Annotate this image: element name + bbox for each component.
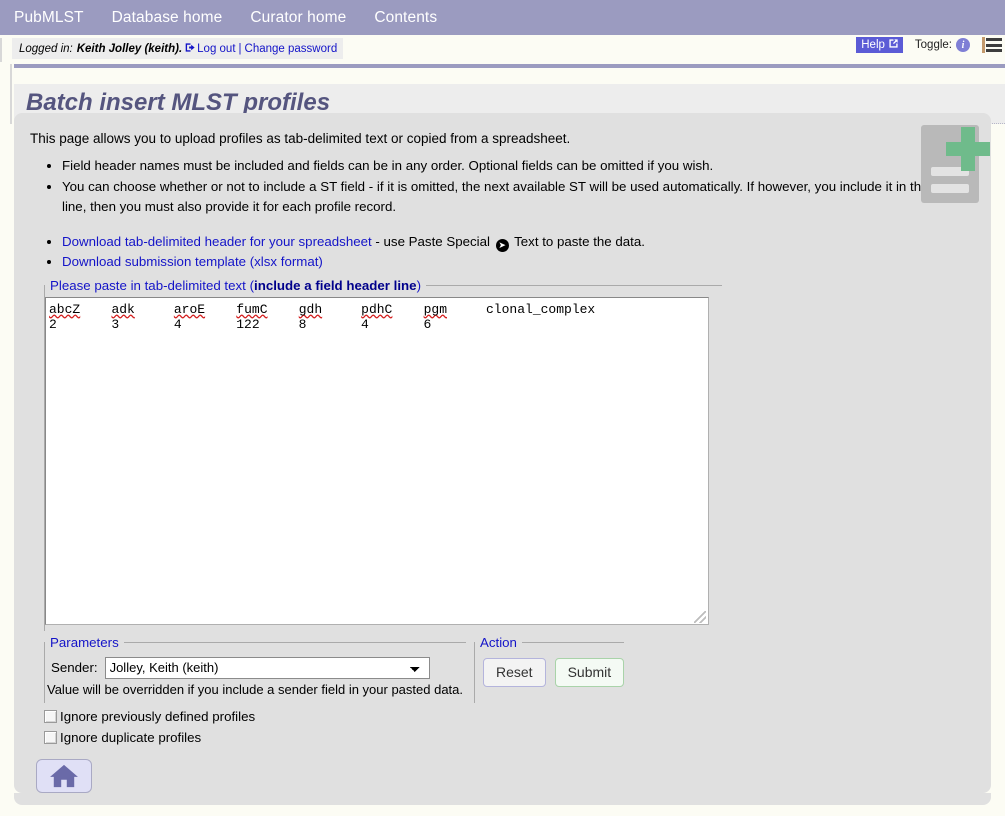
- plus-vertical-bar: [961, 127, 975, 171]
- sender-note: Value will be overridden if you include …: [47, 681, 464, 697]
- nav-item-pubmlst[interactable]: PubMLST: [14, 9, 84, 27]
- sender-label: Sender:: [51, 660, 98, 676]
- submit-button[interactable]: Submit: [554, 657, 625, 687]
- instruction-bullet: Field header names must be included and …: [62, 156, 977, 175]
- login-separator: |: [238, 42, 242, 55]
- logged-in-prefix: Logged in:: [19, 42, 73, 55]
- action-fieldset: Action Reset Submit: [474, 634, 625, 703]
- ignore-previously-defined-checkbox[interactable]: [44, 709, 57, 723]
- login-info: Logged in: Keith Jolley (keith). Log out…: [12, 38, 344, 59]
- login-status-bar: Logged in: Keith Jolley (keith). Log out…: [0, 37, 1005, 62]
- legend-normal-text: Please paste in tab-delimited text (: [50, 277, 254, 293]
- help-button[interactable]: Help: [856, 37, 903, 53]
- ignore-duplicate-checkbox[interactable]: [44, 730, 57, 744]
- toggle-control: Toggle: i: [915, 38, 970, 52]
- paste-fieldset-legend: Please paste in tab-delimited text (incl…: [45, 278, 426, 293]
- nav-item-curator-home[interactable]: Curator home: [250, 9, 346, 27]
- lower-controls-row: Parameters Sender: Jolley, Keith (keith)…: [44, 634, 977, 703]
- hamburger-bar: [986, 43, 1002, 47]
- hamburger-bar: [986, 38, 1002, 41]
- download-tab-delimited-header-link[interactable]: Download tab-delimited header for your s…: [62, 234, 372, 249]
- ignore-previously-defined-row: Ignore previously defined profiles: [44, 709, 977, 724]
- legend-end-text: ): [416, 277, 421, 293]
- action-legend: Action: [480, 634, 517, 650]
- download-submission-template-link[interactable]: Download submission template (xlsx forma…: [62, 254, 323, 269]
- toggle-label: Toggle:: [914, 39, 952, 51]
- action-buttons-row: Reset Submit: [483, 657, 625, 687]
- main-navigation-bar: PubMLST Database home Curator home Conte…: [0, 0, 1005, 35]
- arrow-right-circle-icon: ➤: [495, 238, 509, 252]
- info-icon[interactable]: i: [956, 38, 970, 52]
- resize-grip[interactable]: [694, 610, 706, 623]
- download-header-list-item: Download tab-delimited header for your s…: [62, 232, 977, 252]
- sender-row: Sender: Jolley, Keith (keith): [51, 656, 466, 679]
- logout-link[interactable]: Log out: [197, 43, 235, 55]
- download-template-list-item: Download submission template (xlsx forma…: [62, 252, 977, 272]
- ignore-duplicate-label[interactable]: Ignore duplicate profiles: [60, 730, 201, 745]
- intro-paragraph: This page allows you to upload profiles …: [30, 131, 571, 146]
- main-content-panel: This page allows you to upload profiles …: [14, 113, 991, 793]
- login-bar-right-controls: Help Toggle: i: [856, 37, 1002, 53]
- content-panel-footer: [14, 793, 991, 805]
- paste-special-prefix: - use Paste Special: [371, 233, 494, 249]
- paste-textarea[interactable]: abcZ adk aroE fumC gdh pdhC pgm clonal_c…: [45, 296, 709, 625]
- nav-item-database-home[interactable]: Database home: [112, 9, 223, 27]
- reset-button[interactable]: Reset: [483, 657, 546, 687]
- logout-icon: [185, 42, 196, 56]
- parameters-fieldset: Parameters Sender: Jolley, Keith (keith)…: [44, 634, 466, 703]
- ignore-duplicate-row: Ignore duplicate profiles: [44, 730, 977, 745]
- sender-select[interactable]: Jolley, Keith (keith): [104, 656, 430, 679]
- paste-textarea-content: abcZ adk aroE fumC gdh pdhC pgm clonal_c…: [49, 301, 596, 332]
- home-button[interactable]: [36, 758, 92, 793]
- legend-bold-text: include a field header line: [254, 277, 417, 293]
- hamburger-bar: [986, 49, 1002, 52]
- nav-item-contents[interactable]: Contents: [374, 9, 437, 27]
- change-password-link[interactable]: Change password: [245, 43, 338, 55]
- help-button-label: Help: [861, 39, 885, 51]
- paste-fieldset: Please paste in tab-delimited text (incl…: [44, 277, 722, 631]
- home-icon: [49, 763, 79, 789]
- paste-special-suffix: Text to paste the data.: [510, 233, 645, 249]
- upload-document-plus-icon: [917, 123, 990, 205]
- external-link-icon: [888, 38, 899, 52]
- logged-in-user: Keith Jolley (keith).: [76, 42, 183, 55]
- title-rule: [14, 64, 1005, 68]
- instruction-bullet: You can choose whether or not to include…: [62, 177, 977, 216]
- parameters-legend: Parameters: [50, 634, 119, 650]
- download-link-list: Download tab-delimited header for your s…: [28, 232, 977, 272]
- ignore-previously-defined-label[interactable]: Ignore previously defined profiles: [60, 709, 255, 724]
- instruction-bullet-list: Field header names must be included and …: [28, 156, 977, 216]
- document-line: [931, 184, 969, 193]
- hamburger-menu-icon[interactable]: [982, 37, 1002, 53]
